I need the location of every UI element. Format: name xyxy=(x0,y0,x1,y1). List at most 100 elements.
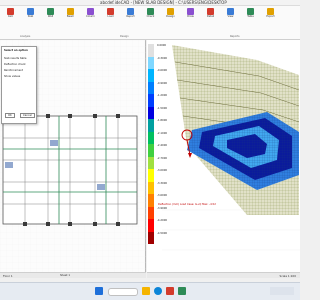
ribbon-button-slab[interactable]: Slab xyxy=(26,8,35,24)
app2-icon[interactable] xyxy=(178,287,186,295)
ribbon-button-load[interactable]: Load xyxy=(106,8,115,24)
ribbon-group-analysis: Analysis xyxy=(20,35,31,38)
ribbon-icon xyxy=(147,8,154,15)
legend-swatch xyxy=(148,219,154,232)
ribbon-toolbar: Calc Slab Wall Beam Column Load Report Check Des… xyxy=(0,6,300,40)
legend-tick-label: -0.3000 xyxy=(157,56,168,60)
dialog-option-3[interactable]: Reinforcement xyxy=(4,69,23,72)
ribbon-icon xyxy=(7,8,14,15)
sheet-tab[interactable]: Sheet 1 xyxy=(60,274,70,277)
ribbon-button-beam[interactable]: Beam xyxy=(66,8,75,24)
ribbon-icon xyxy=(267,8,274,15)
ribbon-icon xyxy=(67,8,74,15)
ribbon-icon xyxy=(207,8,214,15)
ribbon-icon xyxy=(227,8,234,15)
ribbon-button-check[interactable]: Check xyxy=(146,8,155,24)
legend-tick-label: -2.1000 xyxy=(157,131,168,135)
ribbon-button-detail[interactable]: Detail xyxy=(206,8,215,24)
ribbon-icon xyxy=(87,8,94,15)
ribbon-button-label: Slab xyxy=(27,15,34,18)
ribbon-button-table[interactable]: Table xyxy=(246,8,255,24)
color-legend xyxy=(148,44,154,244)
browser-icon[interactable] xyxy=(154,287,162,295)
legend-tick-label: -0.9000 xyxy=(157,81,168,85)
legend-swatch xyxy=(148,194,154,207)
ribbon-button-label: Detail xyxy=(206,15,215,18)
status-floor: Floor 1 xyxy=(3,274,13,278)
ribbon-button-label: Wall xyxy=(47,15,54,18)
dialog-cancel-button[interactable]: Cancel xyxy=(20,113,35,118)
ribbon-icon xyxy=(27,8,34,15)
ribbon-button-label: Draw xyxy=(187,15,194,18)
dialog-option-4[interactable]: Show values xyxy=(4,75,20,78)
legend-swatch xyxy=(148,144,154,157)
ribbon-button-label: Check xyxy=(146,15,155,18)
ribbon-button-export[interactable]: Export xyxy=(266,8,275,24)
legend-swatch xyxy=(148,81,154,94)
status-bar-right: Scale 1:100 xyxy=(147,272,300,278)
legend-swatch xyxy=(148,231,154,244)
legend-swatch xyxy=(148,181,154,194)
dialog-option-2[interactable]: Deflection check xyxy=(4,63,26,66)
ribbon-button-label: Design xyxy=(166,15,175,18)
ribbon-button-label: Calc xyxy=(7,15,14,18)
ribbon-icon xyxy=(127,8,134,15)
legend-tick-label: -1.8000 xyxy=(157,119,168,122)
result-caption: Deflection (mm) Load Case: G+Q Max: -4.5… xyxy=(158,203,216,206)
dialog-title: Select an option xyxy=(4,49,28,52)
building-3d-drawing xyxy=(162,45,300,251)
legend-tick-label: -3.0000 xyxy=(157,169,168,172)
ribbon-icon xyxy=(47,8,54,15)
legend-tick-label: -4.5000 xyxy=(157,231,168,235)
start-icon[interactable] xyxy=(95,287,103,295)
ribbon-button-label: Report xyxy=(126,15,135,18)
legend-tick-label: -2.4000 xyxy=(157,144,168,147)
app-icon[interactable] xyxy=(166,287,174,295)
legend-swatch xyxy=(148,169,154,182)
ribbon-group-reports: Reports xyxy=(230,35,240,38)
ribbon-button-calc[interactable]: Calc xyxy=(6,8,15,24)
legend-tick-label: -0.6000 xyxy=(157,69,168,72)
search-input[interactable] xyxy=(108,288,138,296)
ribbon-button-label: View xyxy=(227,15,234,18)
legend-tick-label: -1.5000 xyxy=(157,106,168,110)
legend-swatch xyxy=(148,106,154,119)
legend-tick-label: -3.9000 xyxy=(157,206,168,210)
ribbon-button-column[interactable]: Column xyxy=(86,8,95,24)
taskbar xyxy=(0,282,300,300)
legend-tick-label: -3.3000 xyxy=(157,181,168,185)
ribbon-button-view[interactable]: View xyxy=(226,8,235,24)
ribbon-icon xyxy=(167,8,174,15)
ribbon-icon xyxy=(107,8,114,15)
ribbon-icon xyxy=(247,8,254,15)
legend-swatch xyxy=(148,119,154,132)
options-dialog[interactable]: Select an option Slab results table Defl… xyxy=(1,46,37,124)
ribbon-icon xyxy=(187,8,194,15)
legend-swatch xyxy=(148,44,154,57)
ribbon-button-label: Load xyxy=(107,15,114,18)
ribbon-button-draw[interactable]: Draw xyxy=(186,8,195,24)
dialog-ok-button[interactable]: OK xyxy=(5,113,15,118)
legend-tick-label: -4.2000 xyxy=(157,219,168,222)
ribbon-button-label: Column xyxy=(86,15,95,18)
legend-swatch xyxy=(148,94,154,107)
legend-swatch xyxy=(148,156,154,169)
model-3d-view[interactable] xyxy=(147,40,300,272)
status-scale: Scale 1:100 xyxy=(279,274,296,278)
dialog-option-1[interactable]: Slab results table xyxy=(4,57,27,60)
ribbon-button-label: Export xyxy=(266,15,275,18)
legend-tick-label: -3.6000 xyxy=(157,194,168,197)
ribbon-button-wall[interactable]: Wall xyxy=(46,8,55,24)
system-tray[interactable] xyxy=(270,287,294,295)
ribbon-button-design[interactable]: Design xyxy=(166,8,175,24)
ribbon-button-label: Table xyxy=(247,15,254,18)
ribbon-button-label: Beam xyxy=(66,15,75,18)
legend-swatch xyxy=(148,131,154,144)
file-explorer-icon[interactable] xyxy=(142,287,150,295)
legend-swatch xyxy=(148,206,154,219)
legend-swatch xyxy=(148,56,154,69)
ribbon-group-design: Design xyxy=(120,35,129,38)
legend-tick-label: 0.0000 xyxy=(157,44,167,47)
ribbon-button-report[interactable]: Report xyxy=(126,8,135,24)
legend-tick-label: -1.2000 xyxy=(157,94,168,97)
